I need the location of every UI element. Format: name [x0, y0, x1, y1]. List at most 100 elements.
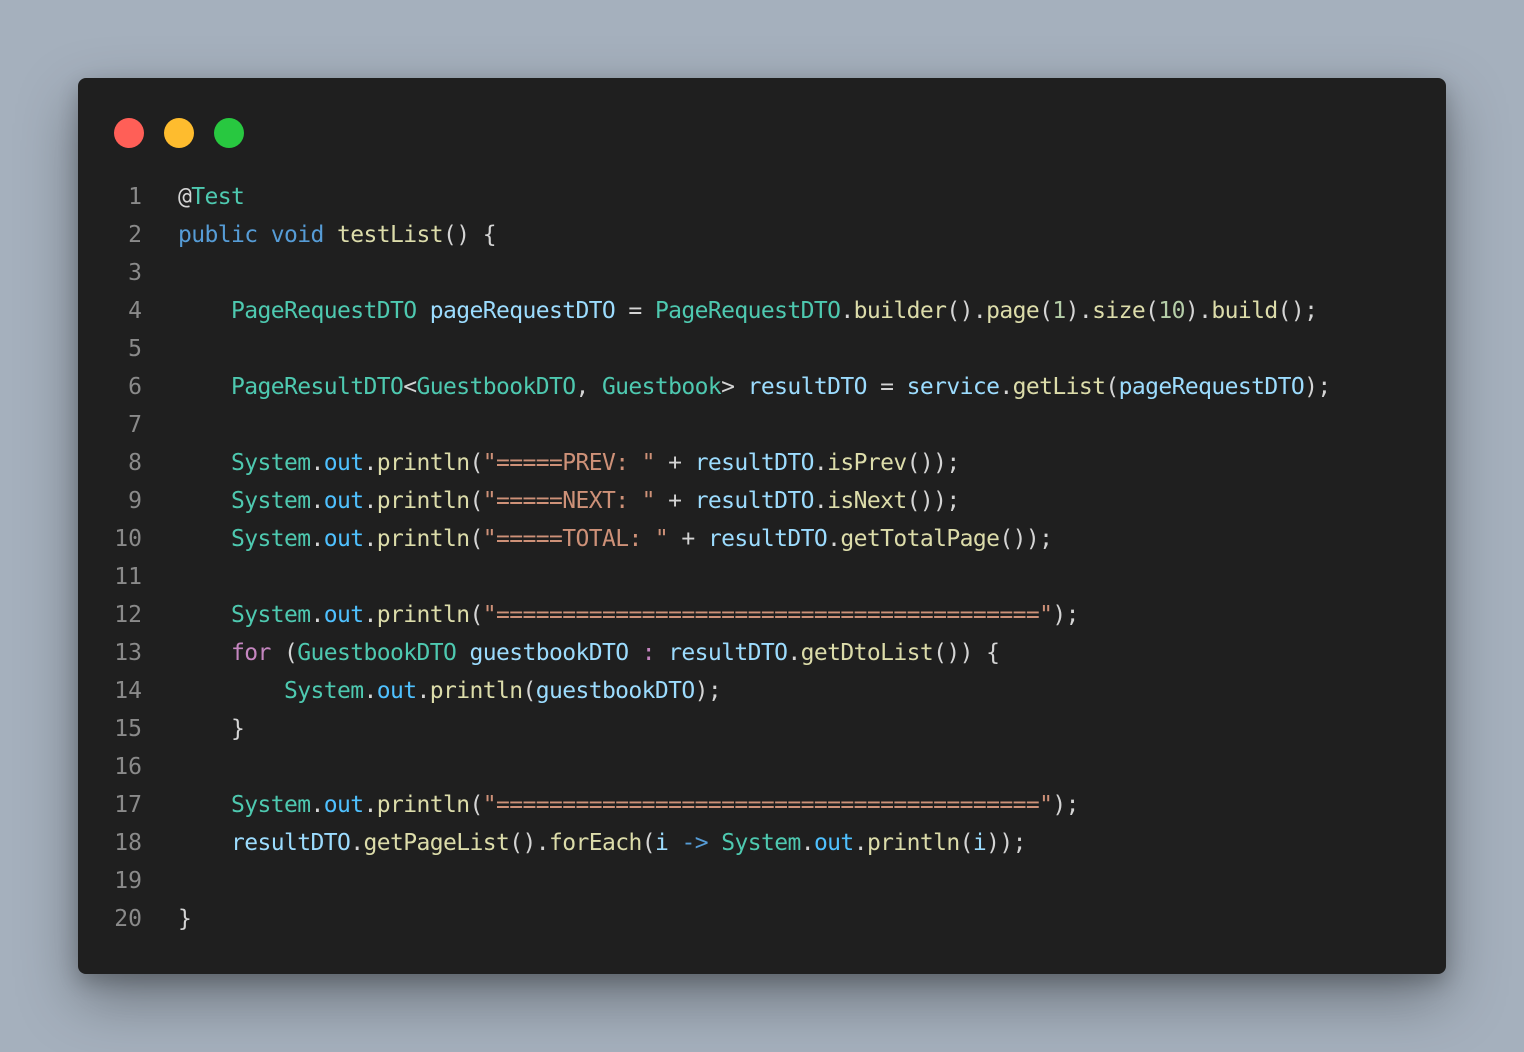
line-number: 8	[128, 450, 142, 476]
code-token: getPageList	[363, 830, 510, 856]
line-number: 6	[128, 374, 142, 400]
code-token: println	[376, 792, 470, 818]
line-number: 9	[128, 488, 142, 514]
line-number: 14	[114, 678, 142, 704]
code-token: resultDTO	[747, 374, 868, 400]
code-token: .	[800, 830, 815, 856]
code-token: service	[906, 374, 1000, 400]
code-token: for	[231, 640, 271, 666]
code-token: .	[350, 830, 364, 856]
code-token: println	[376, 526, 470, 552]
code-token: =	[866, 374, 907, 400]
maximize-dot-icon[interactable]	[214, 118, 244, 148]
code-line: 19	[78, 862, 1446, 900]
code-token: ()) {	[933, 640, 1000, 666]
code-token: void	[270, 222, 325, 248]
line-number: 15	[114, 716, 142, 742]
code-token: );	[1052, 792, 1079, 818]
line-number: 4	[128, 298, 142, 324]
code-token: builder	[853, 298, 947, 324]
line-text: for (GuestbookDTO guestbookDTO : resultD…	[142, 634, 1000, 672]
code-line: 5	[78, 330, 1446, 368]
code-token: pageRequestDTO	[1118, 374, 1305, 400]
code-token: resultDTO	[707, 526, 828, 552]
code-token: (	[1039, 298, 1053, 324]
code-token: }	[178, 906, 192, 932]
code-token: .	[999, 374, 1013, 400]
code-token: :	[641, 640, 656, 666]
code-token: println	[866, 830, 960, 856]
code-token: getList	[1012, 374, 1106, 400]
code-token: ();	[1277, 298, 1318, 324]
code-token: public	[178, 222, 258, 248]
code-token: out	[323, 602, 364, 628]
code-token: guestbookDTO	[469, 640, 629, 666]
code-token: out	[323, 450, 364, 476]
code-token: "=====NEXT: "	[482, 488, 656, 514]
code-token: System	[231, 450, 311, 476]
code-line: 3	[78, 254, 1446, 292]
code-token: .	[363, 450, 377, 476]
line-text: @Test	[142, 178, 245, 216]
code-token: "=====TOTAL: "	[482, 526, 669, 552]
code-token: resultDTO	[668, 640, 788, 666]
code-token: getTotalPage	[840, 526, 1000, 552]
code-token: PageRequestDTO	[654, 298, 841, 324]
code-token: Guestbook	[601, 374, 722, 400]
code-token: isNext	[827, 488, 907, 514]
code-token: 1	[1052, 298, 1066, 324]
code-token: println	[376, 488, 470, 514]
code-token: resultDTO	[694, 450, 815, 476]
code-token: ());	[906, 488, 961, 514]
code-token: println	[376, 450, 470, 476]
code-line: 14 System.out.println(guestbookDTO);	[78, 672, 1446, 710]
code-token: ->	[681, 830, 708, 856]
code-token: build	[1211, 298, 1278, 324]
code-token: }	[178, 716, 245, 742]
line-text: System.out.println("=====PREV: " + resul…	[142, 444, 960, 482]
close-dot-icon[interactable]	[114, 118, 144, 148]
code-token: Test	[191, 184, 245, 210]
line-number: 11	[114, 564, 142, 590]
code-token: PageResultDTO	[231, 374, 404, 400]
code-token: .	[310, 792, 324, 818]
code-window: 1 @Test 2 public void testList() {3 4 PageRe…	[78, 78, 1446, 974]
code-line: 18 resultDTO.getPageList().forEach(i -> …	[78, 824, 1446, 862]
code-token: PageRequestDTO	[231, 298, 417, 324]
code-token: getDtoList	[800, 640, 934, 666]
line-text	[142, 862, 178, 900]
code-token: .	[363, 678, 377, 704]
code-token: .	[416, 678, 430, 704]
code-token: );	[1304, 374, 1331, 400]
line-text: }	[142, 900, 192, 938]
code-token: ().	[946, 298, 987, 324]
minimize-dot-icon[interactable]	[164, 118, 194, 148]
code-token: .	[310, 450, 324, 476]
code-token: >	[721, 374, 748, 400]
line-number: 16	[114, 754, 142, 780]
line-number: 19	[114, 868, 142, 894]
code-token: (	[1145, 298, 1159, 324]
code-token: (	[270, 640, 298, 666]
code-token: System	[721, 830, 801, 856]
code-token: (	[469, 488, 483, 514]
code-line: 17 System.out.println("=================…	[78, 786, 1446, 824]
code-token: .	[363, 488, 377, 514]
code-line: 13 for (GuestbookDTO guestbookDTO : resu…	[78, 634, 1446, 672]
code-block: 1 @Test 2 public void testList() {3 4 PageRe…	[78, 178, 1446, 938]
line-text	[142, 254, 178, 292]
code-token: size	[1092, 298, 1146, 324]
code-token: System	[283, 678, 364, 704]
code-token: System	[231, 488, 311, 514]
code-line: 20}	[78, 900, 1446, 938]
line-text: System.out.println("=====TOTAL: " + resu…	[142, 520, 1053, 558]
line-number: 20	[114, 906, 142, 932]
line-number: 13	[114, 640, 142, 666]
